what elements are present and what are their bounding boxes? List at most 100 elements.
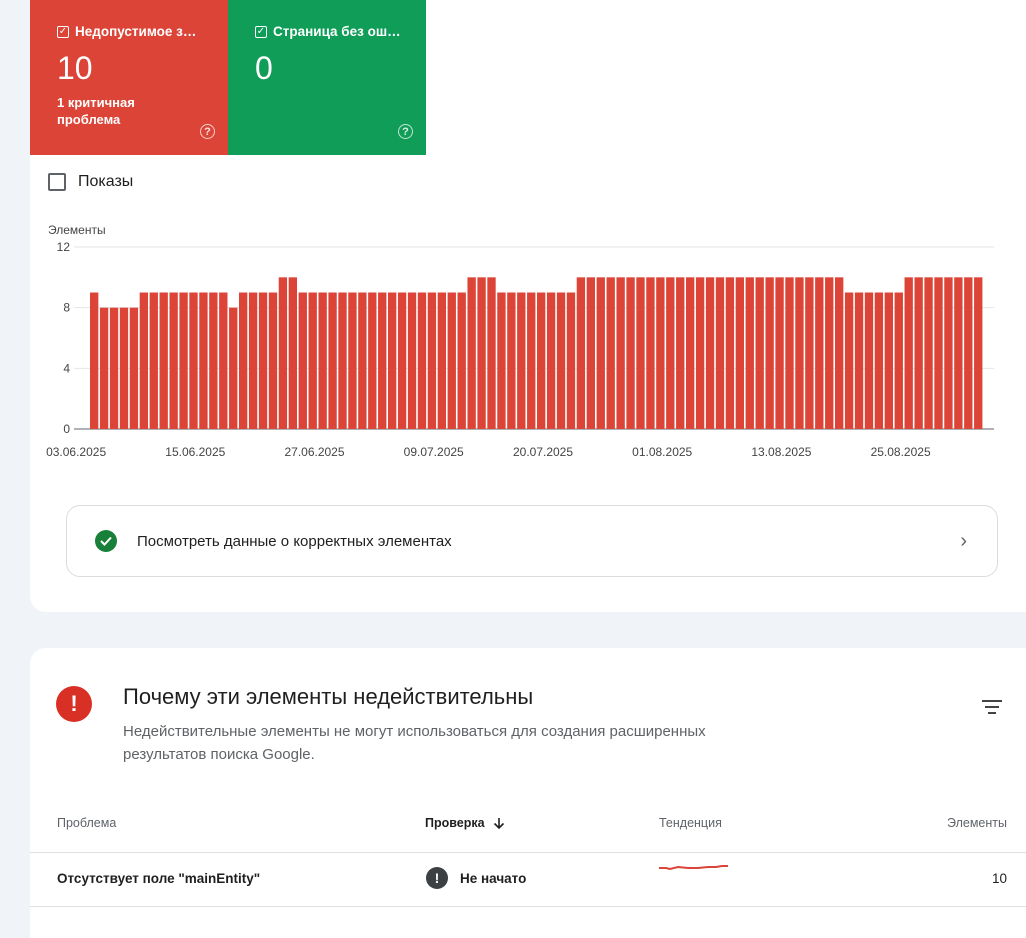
bar[interactable] [626,277,635,429]
bar[interactable] [566,292,576,430]
filter-icon[interactable] [982,700,1002,718]
bar[interactable] [109,307,119,429]
bar[interactable] [844,292,854,430]
bar[interactable] [835,277,844,429]
bar[interactable] [90,292,99,430]
bar[interactable] [308,292,317,430]
bar[interactable] [686,277,695,429]
bar[interactable] [974,277,983,429]
bar[interactable] [705,277,715,429]
help-icon[interactable]: ? [200,124,215,139]
bar[interactable] [556,292,566,430]
bar[interactable] [497,292,506,430]
bar[interactable] [397,292,407,430]
bar[interactable] [149,292,158,430]
bar[interactable] [695,277,705,429]
bar[interactable] [934,277,943,429]
bar[interactable] [258,292,268,430]
bar[interactable] [646,277,655,429]
bar[interactable] [239,292,248,430]
bar[interactable] [298,292,307,430]
bar[interactable] [815,277,824,429]
bar[interactable] [944,277,953,429]
bar[interactable] [328,292,337,430]
bar[interactable] [854,292,864,430]
bar[interactable] [487,277,496,429]
bar[interactable] [745,277,754,429]
bar[interactable] [388,292,397,430]
bar[interactable] [209,292,218,430]
bar[interactable] [606,277,615,429]
bar[interactable] [407,292,417,430]
bar[interactable] [964,277,973,429]
bar[interactable] [447,292,456,430]
bar[interactable] [427,292,437,430]
bar[interactable] [467,277,476,429]
bar[interactable] [666,277,675,429]
bar[interactable] [189,292,198,430]
bar[interactable] [954,277,963,429]
bar[interactable] [765,277,774,429]
bar[interactable] [229,307,238,429]
bar[interactable] [219,292,228,430]
bar[interactable] [358,292,367,430]
bar[interactable] [507,292,516,430]
bar[interactable] [576,277,586,429]
bar[interactable] [378,292,387,430]
bar[interactable] [785,277,794,429]
bar[interactable] [586,277,596,429]
bar[interactable] [437,292,447,430]
bar[interactable] [527,292,536,430]
bar[interactable] [904,277,913,429]
invalid-items-tile[interactable]: ✓ Недопустимое з… 10 1 критичная проблем… [30,0,228,155]
bar[interactable] [864,292,874,430]
bar[interactable] [775,277,784,429]
help-icon[interactable]: ? [398,124,413,139]
header-issue[interactable]: Проблема [57,816,116,830]
bar[interactable] [924,277,933,429]
bar[interactable] [139,292,149,430]
valid-items-tile[interactable]: ✓ Страница без ош… 0 ? [228,0,426,155]
bar[interactable] [676,277,685,429]
bar[interactable] [348,292,357,430]
impressions-toggle[interactable]: Показы [48,173,133,191]
bar[interactable] [248,292,258,430]
bar[interactable] [884,292,894,430]
checkbox-checked-icon[interactable]: ✓ [57,25,69,38]
bar[interactable] [179,292,188,430]
bar[interactable] [725,277,735,429]
bar[interactable] [546,292,556,430]
bar[interactable] [278,277,288,429]
checkbox-checked-icon[interactable]: ✓ [255,25,267,38]
bar[interactable] [755,277,764,429]
bar[interactable] [119,307,129,429]
bar[interactable] [417,292,427,430]
bar[interactable] [159,292,168,430]
bar[interactable] [129,307,139,429]
bar[interactable] [517,292,526,430]
bar[interactable] [795,277,804,429]
bar[interactable] [199,292,208,430]
bar[interactable] [825,277,834,429]
bar[interactable] [715,277,725,429]
bar[interactable] [874,292,884,430]
header-validation[interactable]: Проверка [425,816,505,830]
view-valid-items-link[interactable]: Посмотреть данные о корректных элементах… [66,505,998,577]
bar[interactable] [914,277,923,429]
bar[interactable] [318,292,327,430]
bar[interactable] [735,277,745,429]
bar[interactable] [805,277,814,429]
bar[interactable] [169,292,178,430]
bar[interactable] [288,277,298,429]
bar[interactable] [368,292,377,430]
bar[interactable] [537,292,546,430]
bar[interactable] [457,292,466,430]
bar[interactable] [596,277,605,429]
bar[interactable] [268,292,278,430]
bar[interactable] [656,277,665,429]
bar[interactable] [616,277,625,429]
bar[interactable] [99,307,109,429]
checkbox-unchecked-icon[interactable] [48,173,66,191]
bar[interactable] [477,277,486,429]
bar[interactable] [636,277,645,429]
